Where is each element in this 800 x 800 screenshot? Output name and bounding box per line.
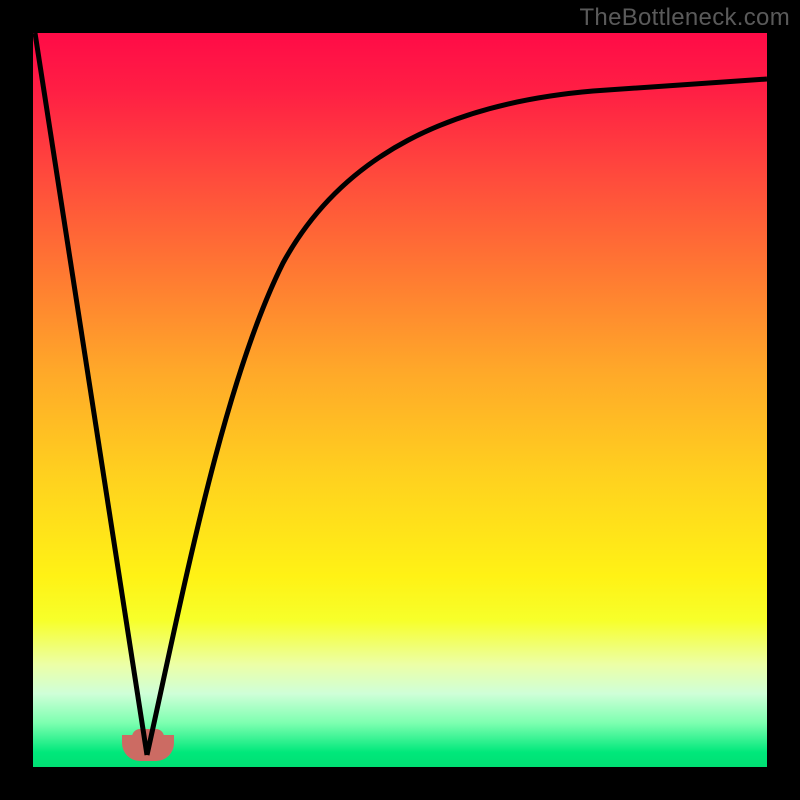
bottleneck-curve [33,33,767,767]
curve-left-descent [35,33,147,755]
watermark-text: TheBottleneck.com [579,4,790,32]
curve-right-sweep [147,79,767,755]
plot-frame [33,33,767,767]
